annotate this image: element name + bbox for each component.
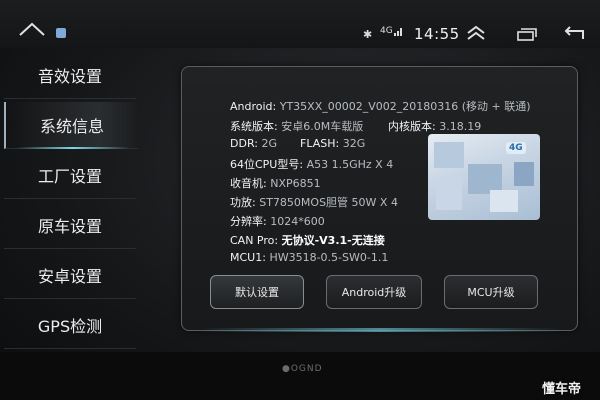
android-upgrade-label: Android升级 <box>341 286 407 299</box>
kernel-version-value: 3.18.19 <box>439 120 482 133</box>
sidebar-item-label: GPS检测 <box>37 317 103 336</box>
canpro-label: CAN Pro: <box>230 234 279 247</box>
sidebar-item-label: 工厂设置 <box>37 167 102 186</box>
ddr-row: DDR: 2G <box>230 137 277 150</box>
default-settings-label: 默认设置 <box>235 286 279 299</box>
resolution-row: 分辨率: 1024*600 <box>230 213 325 229</box>
qr-code-image: 4G <box>428 134 540 220</box>
android-label: Android: <box>230 100 277 113</box>
device-screen: ✱ 4G 14:55 音效设置 系统信息 工厂设置 原车设置 安卓设置 GPS检… <box>0 0 600 400</box>
clock: 14:55 <box>414 25 460 43</box>
settings-sidebar: 音效设置 系统信息 工厂设置 原车设置 安卓设置 GPS检测 <box>0 50 138 350</box>
kernel-version-label: 内核版本: <box>388 120 436 133</box>
mcu-value: HW3518-0.5-SW0-1.1 <box>269 251 389 264</box>
android-version-row: Android: YT35XX_00002_V002_20180316 (移动 … <box>230 98 531 114</box>
sidebar-item-label: 系统信息 <box>39 117 104 136</box>
system-version-label: 系统版本: <box>230 120 278 133</box>
cpu-label: 64位CPU型号: <box>230 158 304 171</box>
bluetooth-icon: ✱ <box>363 28 373 41</box>
ddr-value: 2G <box>261 137 277 150</box>
sidebar-item-system-info[interactable]: 系统信息 <box>4 102 138 149</box>
resolution-value: 1024*600 <box>270 215 325 228</box>
app-notification-icon[interactable] <box>56 28 66 38</box>
thumbnail-4g-badge: 4G <box>506 142 526 154</box>
amplifier-label: 功放: <box>230 196 256 209</box>
cpu-value: A53 1.5GHz X 4 <box>306 158 394 171</box>
radio-row: 收音机: NXP6851 <box>230 175 321 191</box>
brand-logo-text: ●OGND <box>282 364 323 374</box>
signal-label: 4G <box>380 26 393 36</box>
panel-glow-line <box>200 328 560 332</box>
system-version-row: 系统版本: 安卓6.0M车载版 <box>230 118 363 134</box>
mcu-upgrade-button[interactable]: MCU升级 <box>444 275 538 309</box>
home-icon[interactable] <box>18 22 46 36</box>
signal-icon: 4G <box>380 26 404 36</box>
mcu-upgrade-label: MCU升级 <box>467 286 515 299</box>
amplifier-row: 功放: ST7850MOS胆管 50W X 4 <box>230 194 398 210</box>
radio-value: NXP6851 <box>270 177 321 190</box>
recent-apps-icon[interactable] <box>517 28 537 41</box>
cpu-row: 64位CPU型号: A53 1.5GHz X 4 <box>230 156 393 172</box>
sidebar-item-sound-settings[interactable]: 音效设置 <box>4 52 136 99</box>
resolution-label: 分辨率: <box>230 215 267 228</box>
amplifier-value: ST7850MOS胆管 50W X 4 <box>259 196 398 209</box>
flash-row: FLASH: 32G <box>300 137 365 150</box>
sidebar-item-gps-test[interactable]: GPS检测 <box>4 302 136 349</box>
radio-label: 收音机: <box>230 177 267 190</box>
ddr-label: DDR: <box>230 137 258 150</box>
mcu-label: MCU1: <box>230 251 266 264</box>
canpro-row: CAN Pro: 无协议-V3.1-无连接 <box>230 232 385 248</box>
status-bar: ✱ 4G 14:55 <box>0 0 600 48</box>
android-value: YT35XX_00002_V002_20180316 (移动 + 联通) <box>279 100 531 113</box>
back-icon[interactable] <box>563 25 585 43</box>
android-upgrade-button[interactable]: Android升级 <box>326 275 422 309</box>
system-version-value: 安卓6.0M车载版 <box>281 120 364 133</box>
sidebar-item-android-settings[interactable]: 安卓设置 <box>4 252 136 299</box>
sidebar-item-car-settings[interactable]: 原车设置 <box>4 202 136 249</box>
sidebar-item-factory-settings[interactable]: 工厂设置 <box>4 152 136 199</box>
bezel-bottom <box>0 352 600 400</box>
sidebar-item-label: 原车设置 <box>37 217 102 236</box>
sidebar-item-label: 音效设置 <box>37 67 102 86</box>
flash-value: 32G <box>342 137 366 150</box>
chevron-up-icon[interactable] <box>465 24 487 42</box>
default-settings-button[interactable]: 默认设置 <box>210 275 304 309</box>
canpro-value: 无协议-V3.1-无连接 <box>281 234 385 247</box>
flash-label: FLASH: <box>300 137 340 150</box>
watermark-text: 懂车帝 <box>542 382 582 397</box>
sidebar-item-label: 安卓设置 <box>37 267 102 286</box>
mcu-row: MCU1: HW3518-0.5-SW0-1.1 <box>230 251 388 264</box>
kernel-version-row: 内核版本: 3.18.19 <box>388 118 481 134</box>
